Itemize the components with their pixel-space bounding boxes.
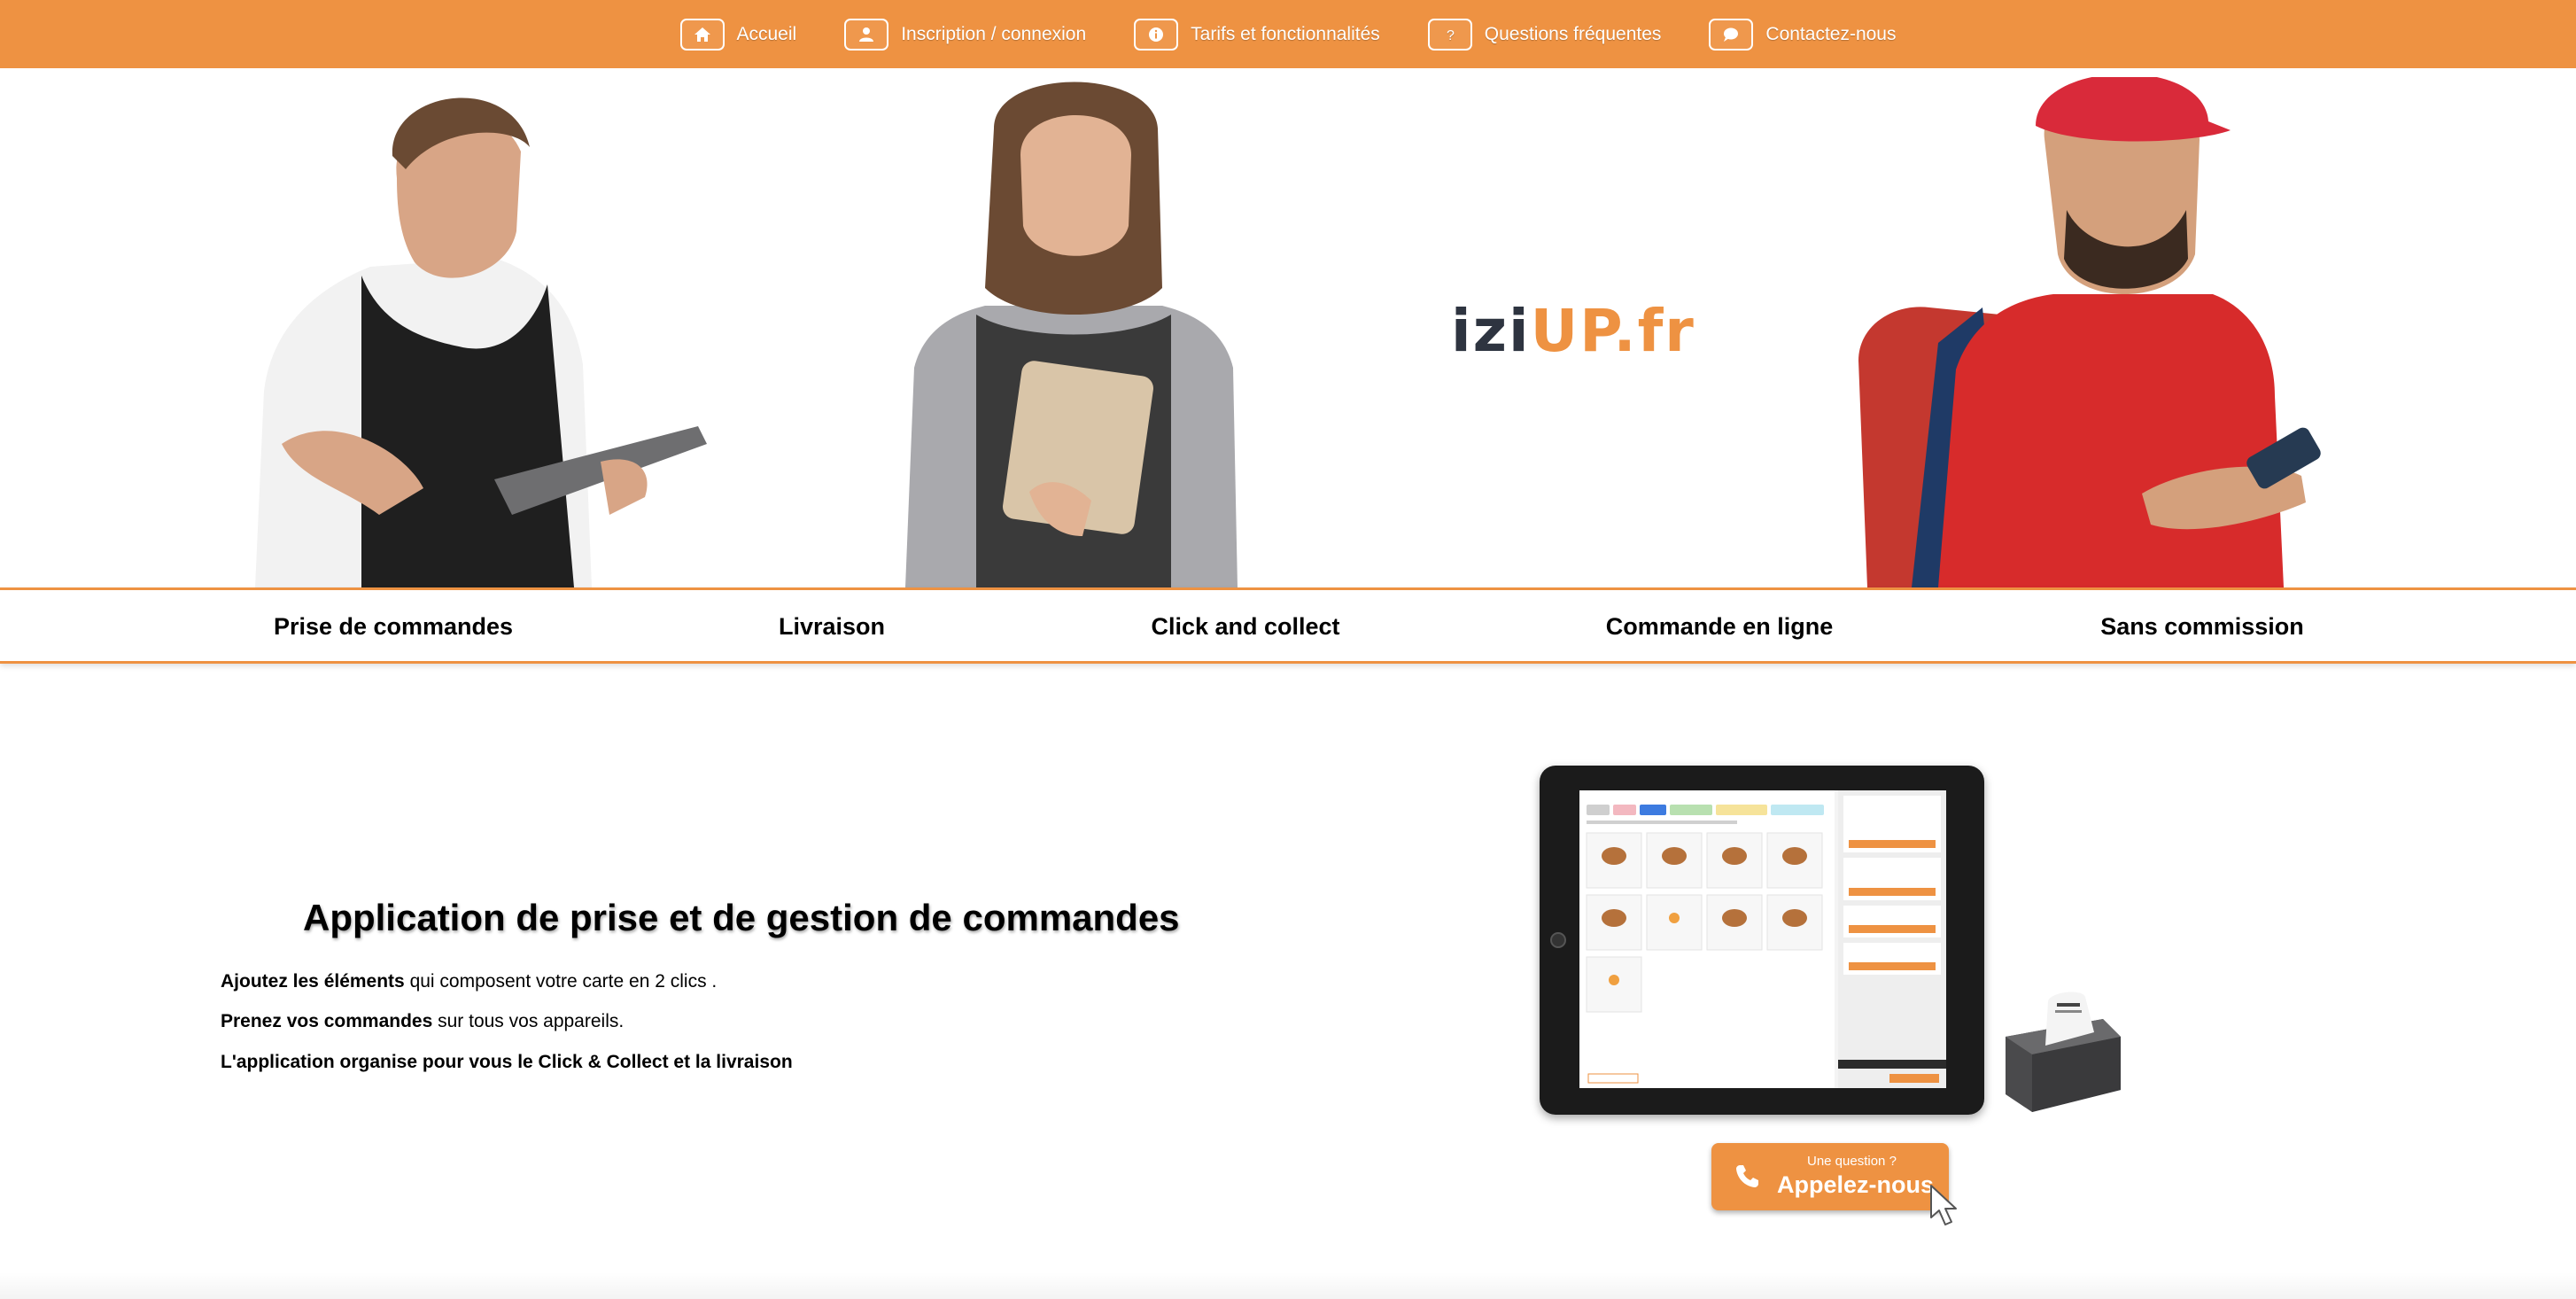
feature-prise-de-commandes: Prise de commandes: [273, 613, 514, 640]
home-icon: [679, 18, 725, 51]
nav-label: Questions fréquentes: [1484, 23, 1662, 44]
feature-band: Prise de commandes Livraison Click and c…: [0, 587, 2576, 664]
nav-item-tarifs[interactable]: Tarifs et fonctionnalités: [1134, 18, 1380, 51]
info-icon: [1134, 18, 1179, 51]
hero-banner: iziUP.fr: [0, 68, 2576, 587]
tablet-camera: [1550, 932, 1566, 948]
feature-line-commandes: Prenez vos commandes sur tous vos appare…: [221, 1011, 624, 1032]
nav-label: Tarifs et fonctionnalités: [1191, 23, 1380, 44]
pointer-cursor-icon: [1930, 1185, 1957, 1225]
bold-text: Prenez vos commandes: [221, 1011, 433, 1031]
feature-click-and-collect: Click and collect: [1151, 613, 1340, 640]
nav-item-inscription[interactable]: Inscription / connexion: [844, 18, 1087, 51]
feature-sans-commission: Sans commission: [2100, 613, 2304, 640]
nav-label: Contactez-nous: [1765, 23, 1897, 44]
feature-line-elements: Ajoutez les éléments qui composent votre…: [221, 971, 717, 992]
app-screenshot-graphic: [1579, 790, 1946, 1088]
page-bottom-edge: [0, 1272, 2576, 1299]
feature-livraison: Livraison: [778, 613, 886, 640]
body-text: qui composent votre carte en 2 clics .: [404, 971, 718, 992]
waiter-with-tablet-photo: [255, 97, 707, 587]
top-navigation: Accueil Inscription / connexion Tarifs e…: [0, 0, 2576, 68]
call-us-button[interactable]: Une question ? Appelez-nous: [1711, 1143, 1949, 1210]
tablet-screen: [1579, 790, 1946, 1088]
woman-with-tablet-photo: [905, 82, 1238, 587]
delivery-man-photo: [1858, 77, 2321, 587]
bold-text: Ajoutez les éléments: [221, 971, 405, 992]
call-label: Appelez-nous: [1777, 1171, 1935, 1198]
tablet-app-preview: [1540, 766, 1984, 1115]
nav-label: Accueil: [736, 23, 797, 44]
page-headline: Application de prise et de gestion de co…: [303, 897, 1180, 938]
nav-label: Inscription / connexion: [901, 23, 1087, 44]
call-subtitle: Une question ?: [1807, 1154, 1897, 1169]
question-icon: ?: [1427, 18, 1472, 51]
feature-commande-en-ligne: Commande en ligne: [1605, 613, 1834, 640]
chat-icon: [1709, 18, 1754, 51]
svg-text:?: ?: [1447, 28, 1455, 43]
izi-up-logo[interactable]: iziUP.fr: [1451, 297, 1695, 365]
nav-item-faq[interactable]: ? Questions fréquentes: [1427, 18, 1662, 51]
user-icon: [844, 18, 889, 51]
phone-icon: [1736, 1165, 1758, 1187]
nav-item-contact[interactable]: Contactez-nous: [1709, 18, 1897, 51]
receipt-printer-image: [2006, 992, 2121, 1112]
feature-line-organise: L'application organise pour vous le Clic…: [221, 1052, 793, 1073]
body-text: sur tous vos appareils.: [432, 1011, 625, 1031]
nav-item-accueil[interactable]: Accueil: [679, 18, 797, 51]
bold-text: L'application organise pour vous le Clic…: [221, 1052, 793, 1072]
